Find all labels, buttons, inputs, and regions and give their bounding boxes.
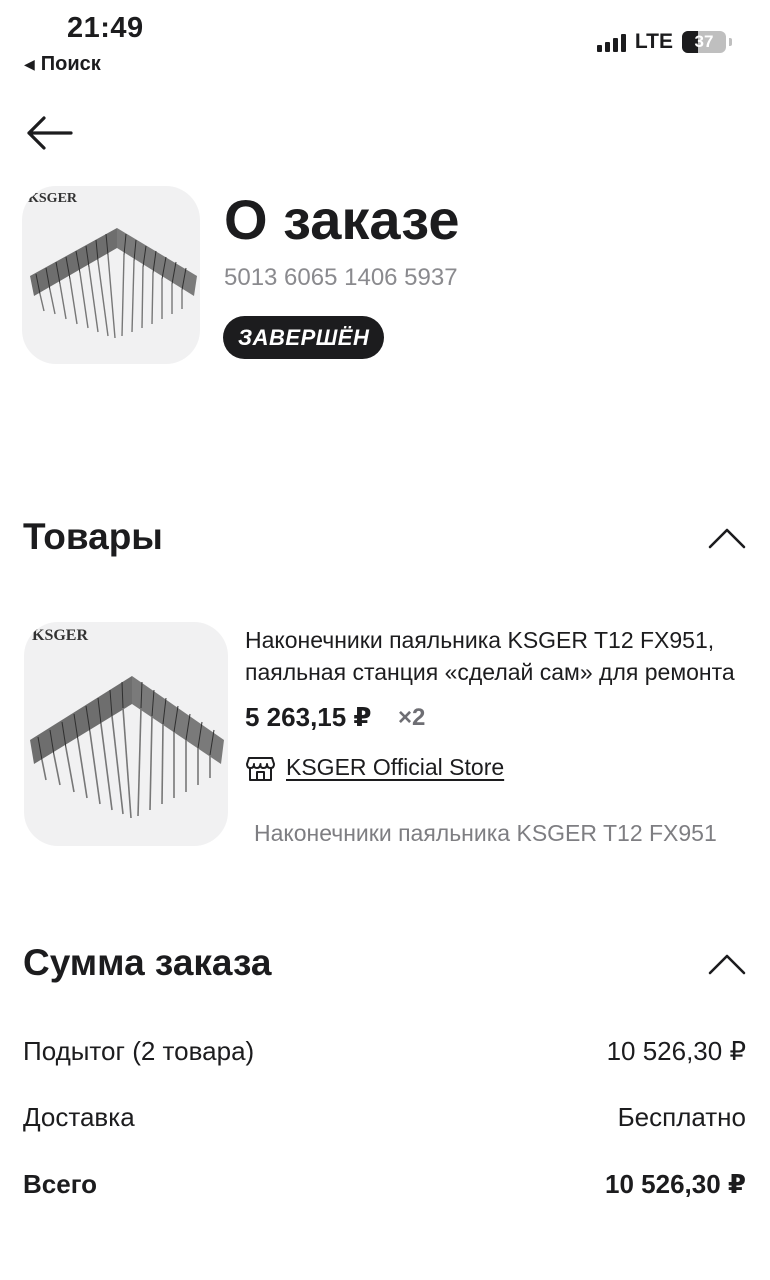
status-indicators: LTE 37 xyxy=(596,30,732,54)
product-name[interactable]: Наконечники паяльника KSGER T12 FX951, п… xyxy=(245,624,755,688)
order-number: 5013 6065 1406 5937 xyxy=(224,264,458,291)
status-back-to-search[interactable]: ◀ Поиск xyxy=(24,53,101,76)
network-type: LTE xyxy=(634,30,673,53)
product-name-line-1: Наконечники паяльника KSGER T12 FX951, xyxy=(245,627,715,653)
arrow-left-icon[interactable] xyxy=(24,113,74,153)
total-row: Всего 10 526,30 ₽ xyxy=(23,1169,746,1200)
delivery-row: Доставка Бесплатно xyxy=(23,1102,746,1133)
subtotal-label: Подытог (2 товара) xyxy=(23,1036,255,1066)
store-name: KSGER Official Store xyxy=(286,754,505,780)
delivery-label: Доставка xyxy=(23,1102,135,1132)
status-back-label: Поиск xyxy=(40,53,101,75)
product-price: 5 263,15 ₽ xyxy=(245,702,372,732)
image-brand-text: KSGER xyxy=(32,627,88,644)
product-image[interactable]: KSGER xyxy=(24,622,228,846)
back-triangle-icon: ◀ xyxy=(24,56,35,72)
products-section-title: Товары xyxy=(23,516,163,557)
subtotal-row: Подытог (2 товара) 10 526,30 ₽ xyxy=(23,1036,746,1067)
subtotal-value: 10 526,30 ₽ xyxy=(606,1036,746,1066)
page-title: О заказе xyxy=(224,188,460,251)
storefront-icon xyxy=(246,757,275,781)
delivery-value: Бесплатно xyxy=(617,1102,746,1132)
order-product-image: KSGER xyxy=(22,186,200,364)
product-quantity: ×2 xyxy=(398,704,426,731)
chevron-up-icon[interactable] xyxy=(707,526,747,550)
store-link[interactable]: KSGER Official Store xyxy=(245,752,504,783)
chevron-up-icon[interactable] xyxy=(707,952,747,976)
total-label: Всего xyxy=(23,1169,98,1199)
product-name-line-2: паяльная станция «сделай сам» для ремонт… xyxy=(245,659,735,685)
battery-icon: 37 xyxy=(682,31,726,53)
summary-section-title: Сумма заказа xyxy=(23,942,272,983)
image-brand-text: KSGER xyxy=(28,191,78,206)
signal-icon xyxy=(596,32,626,52)
soldering-tips-image: KSGER xyxy=(30,627,224,819)
total-value: 10 526,30 ₽ xyxy=(605,1169,746,1199)
battery-level: 37 xyxy=(694,32,714,51)
soldering-tips-image: KSGER xyxy=(28,191,197,339)
product-variant: Наконечники паяльника KSGER T12 FX951 xyxy=(254,820,717,846)
status-badge: ЗАВЕРШЁН xyxy=(223,316,385,359)
status-time: 21:49 xyxy=(67,12,144,44)
